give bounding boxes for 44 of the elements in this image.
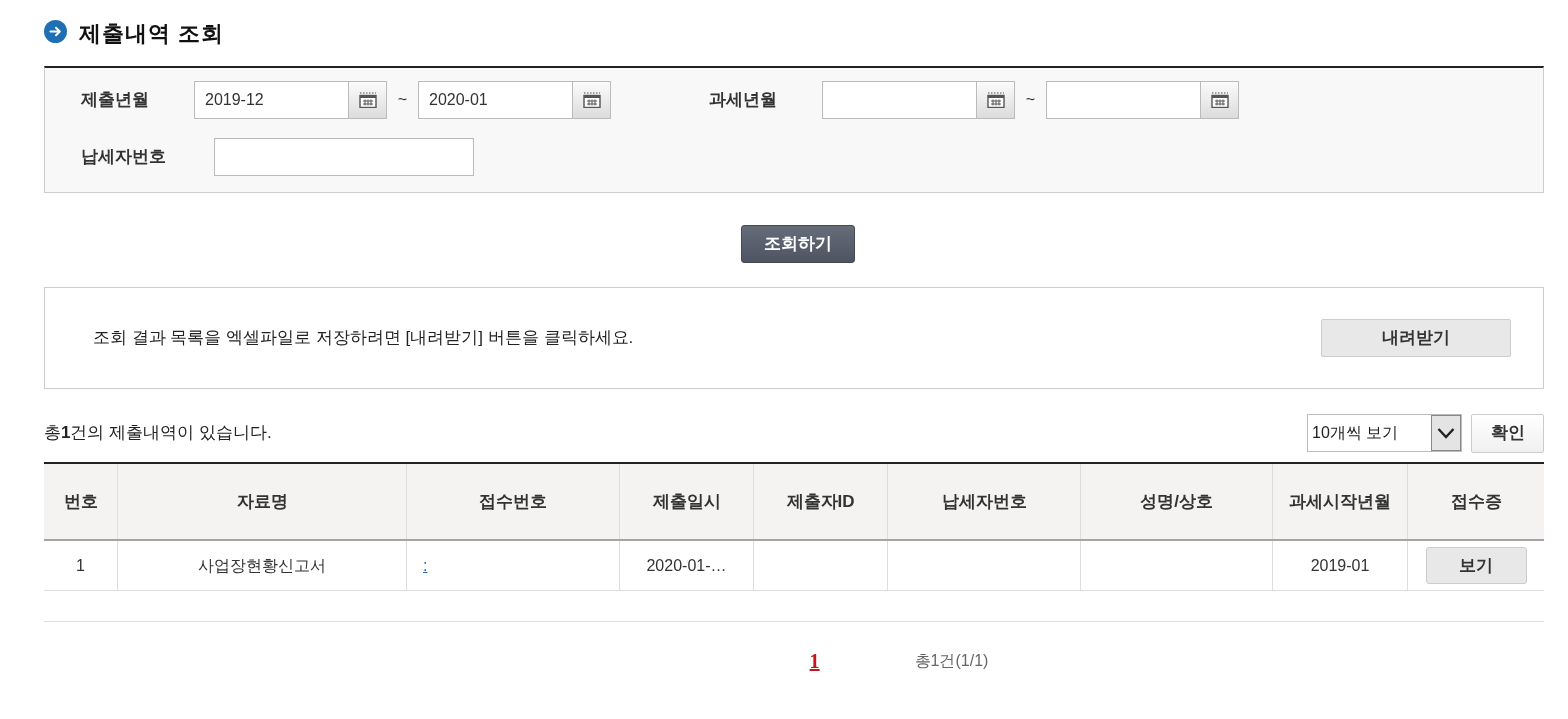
result-summary: 총1건의 제출내역이 있습니다. — [44, 422, 272, 445]
field-label: 제출년월 — [81, 89, 150, 112]
calendar-button[interactable] — [573, 81, 611, 119]
view-button[interactable]: 보기 — [1425, 547, 1527, 584]
pagination-summary: 총1건(1/1) — [914, 651, 989, 671]
date-input[interactable]: 2020-01 — [418, 81, 573, 119]
table-cell-text: 2020-01-… — [646, 555, 727, 576]
calendar-icon — [358, 92, 377, 108]
calendar-icon — [986, 92, 1005, 108]
calendar-button[interactable] — [977, 81, 1015, 119]
calendar-button[interactable] — [1201, 81, 1239, 119]
taxpayer-number-input[interactable] — [214, 138, 474, 176]
column-header: 자료명 — [236, 490, 288, 513]
column-header: 과세시작년월 — [1289, 490, 1391, 513]
column-header: 제출자ID — [786, 490, 855, 513]
column-header: 성명/상호 — [1140, 490, 1213, 513]
table-cell-text: 1 — [76, 555, 85, 576]
column-header: 접수번호 — [479, 490, 547, 513]
download-instructions: 조회 결과 목록을 엑셀파일로 저장하려면 [내려받기] 버튼을 클릭하세요. — [93, 327, 634, 350]
arrow-circle-icon — [44, 20, 67, 43]
table-cell-text: 사업장현황신고서 — [198, 555, 326, 576]
download-button[interactable]: 내려받기 — [1321, 319, 1511, 357]
date-input[interactable]: 2019-12 — [194, 81, 349, 119]
field-label: 과세년월 — [709, 89, 778, 112]
date-input[interactable] — [1046, 81, 1201, 119]
calendar-icon — [582, 92, 601, 108]
calendar-icon — [1210, 92, 1229, 108]
confirm-button[interactable]: 확인 — [1471, 413, 1544, 453]
column-header: 제출일시 — [652, 490, 721, 513]
range-separator: ~ — [396, 90, 409, 110]
calendar-button[interactable] — [349, 81, 387, 119]
column-header: 접수증 — [1450, 490, 1502, 513]
page-title: 제출내역 조회 — [79, 20, 225, 48]
table-cell-text: 2019-01 — [1310, 555, 1370, 576]
column-header: 번호 — [63, 490, 98, 513]
range-separator: ~ — [1024, 90, 1037, 110]
receipt-number-link[interactable]: : — [423, 553, 428, 578]
page-link[interactable]: 1 — [809, 646, 820, 676]
search-button[interactable]: 조회하기 — [741, 225, 855, 263]
field-label: 납세자번호 — [81, 146, 167, 169]
page-size-select[interactable]: 10개씩 보기 — [1307, 414, 1462, 452]
chevron-down-icon — [1431, 415, 1461, 451]
column-header: 납세자번호 — [941, 490, 1027, 513]
date-input[interactable] — [822, 81, 977, 119]
